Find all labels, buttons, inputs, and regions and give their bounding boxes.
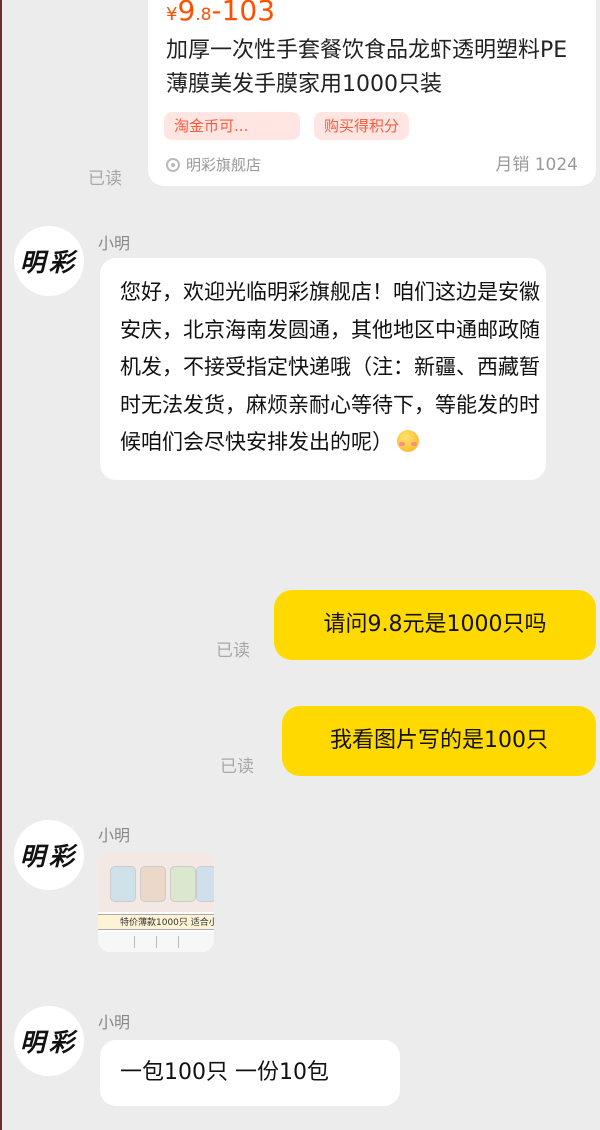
thumbnail-table	[98, 932, 214, 952]
shop-row[interactable]: 明彩旗舰店	[166, 154, 261, 175]
avatar[interactable]: 明彩	[14, 226, 84, 296]
read-status: 已读	[216, 641, 250, 661]
message-bubble-q1[interactable]: 请问9.8元是1000只吗	[274, 590, 596, 660]
message-bubble-welcome[interactable]: 您好，欢迎光临明彩旗舰店！咱们这边是安徽安庆，北京海南发圆通，其他地区中通邮政随…	[100, 258, 546, 480]
blushing-face-icon	[397, 430, 419, 452]
avatar[interactable]: 明彩	[14, 820, 84, 890]
shop-name: 明彩旗舰店	[186, 156, 262, 174]
shop-icon	[166, 157, 180, 172]
window-edge	[0, 0, 2, 1130]
tag-taojinbi: 淘金币可...	[164, 112, 300, 140]
message-text: 您好，欢迎光临明彩旗舰店！咱们这边是安徽安庆，北京海南发圆通，其他地区中通邮政随…	[120, 280, 540, 454]
message-bubble-q2[interactable]: 我看图片写的是100只	[282, 706, 596, 776]
product-price: ¥9.8-103	[166, 0, 276, 27]
read-status: 已读	[220, 757, 254, 777]
product-image-thumbnail	[98, 852, 214, 912]
thumbnail-caption: 特价薄款1000只 适合小号	[98, 914, 214, 930]
read-status: 已读	[88, 169, 122, 189]
sender-name: 小明	[98, 826, 131, 845]
sender-name: 小明	[98, 1013, 131, 1032]
glove-pack-image	[196, 866, 214, 902]
product-title: 加厚一次性手套餐饮食品龙虾透明塑料PE薄膜美发手膜家用1000只装	[166, 38, 568, 97]
monthly-sales: 月销 1024	[495, 155, 578, 175]
glove-pack-image	[110, 866, 136, 902]
glove-pack-image	[170, 866, 196, 902]
image-message[interactable]: 特价薄款1000只 适合小号	[98, 852, 214, 952]
tag-points: 购买得积分	[314, 112, 410, 140]
sender-name: 小明	[98, 234, 131, 253]
message-bubble-pack[interactable]: 一包100只 一份10包	[100, 1040, 400, 1106]
product-card[interactable]: ¥9.8-103 加厚一次性手套餐饮食品龙虾透明塑料PE薄膜美发手膜家用1000…	[148, 0, 596, 186]
glove-pack-image	[140, 866, 166, 902]
avatar[interactable]: 明彩	[14, 1006, 84, 1076]
